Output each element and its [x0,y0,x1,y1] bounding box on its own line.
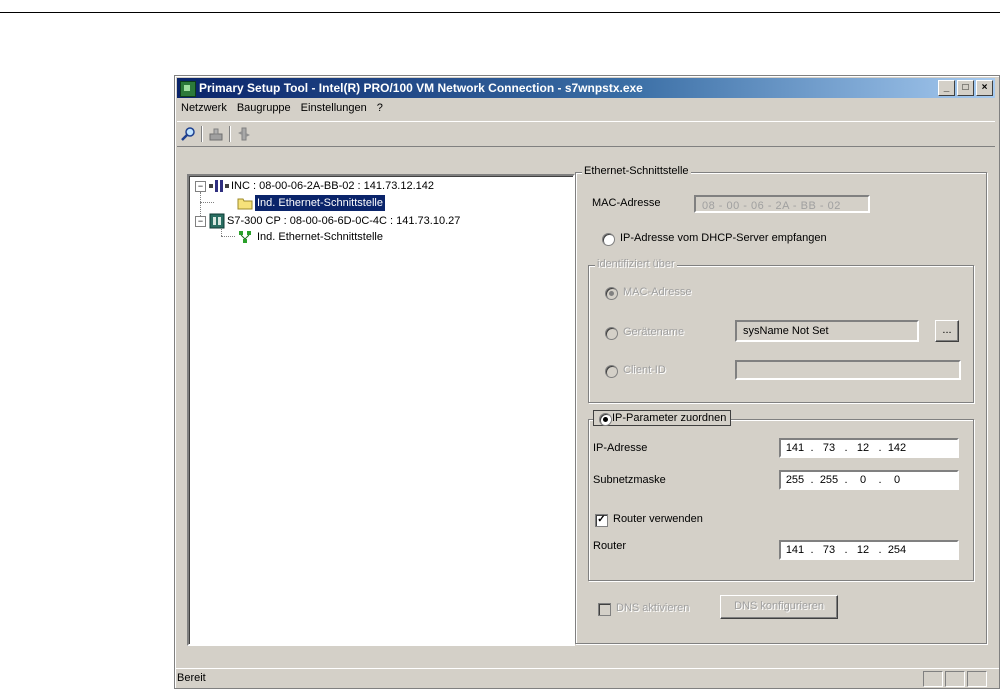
ethernet-interface-group: Ethernet-Schnittstelle MAC-Adresse 08 - … [575,165,987,644]
menu-netzwerk[interactable]: Netzwerk [177,100,233,118]
status-text: Bereit [177,672,206,684]
device-tree: − INC : 08-00-06-2A-BB-02 : 141.73.12.14… [187,174,575,646]
tree-node-ethernet-interface[interactable]: Ind. Ethernet-Schnittstelle [257,229,383,245]
use-router-label: Router verwenden [613,513,703,525]
load-button[interactable] [207,125,225,143]
mac-address-label: MAC-Adresse [592,197,661,209]
client-id-option-label: Client-ID [623,364,666,376]
dhcp-label: IP-Adresse vom DHCP-Server empfangen [620,232,827,244]
mac-address-option-label: MAC-Adresse [623,286,692,298]
ethernet-network-icon [239,231,251,243]
subnet-mask-field[interactable]: 255. 255. 0. 0 [779,470,959,490]
transfer-button[interactable] [235,125,253,143]
transfer-icon [238,127,250,141]
menu-bar: Netzwerk Baugruppe Einstellungen ? [177,100,389,118]
menu-help[interactable]: ? [373,100,389,118]
dhcp-radio[interactable] [602,233,615,246]
identified-via-group: identifiziert über MAC-Adresse Gerätenam… [588,258,974,403]
app-window: Primary Setup Tool - Intel(R) PRO/100 VM… [174,75,1000,689]
toolbar [177,121,995,147]
magnifier-icon [181,127,195,141]
subnet-mask-label: Subnetzmaske [593,474,666,486]
ip-parameters-group: IP-Parameter zuordnen IP-Adresse 141. 73… [588,410,974,581]
menu-einstellungen[interactable]: Einstellungen [297,100,373,118]
status-panel-3 [967,671,987,687]
ip-parameters-title: IP-Parameter zuordnen [593,410,732,426]
router-address-field[interactable]: 141. 73. 12. 254 [779,540,959,560]
mac-address-field: 08 - 00 - 06 - 2A - BB - 02 [694,195,870,213]
status-bar: Bereit [175,668,999,689]
client-id-radio[interactable] [605,365,618,378]
ip-address-field[interactable]: 141. 73. 12. 142 [779,438,959,458]
menu-baugruppe[interactable]: Baugruppe [233,100,297,118]
plc-module-icon [209,213,225,229]
router-label: Router [593,540,627,552]
folder-icon [237,198,253,210]
maximize-button[interactable]: □ [957,80,974,96]
device-name-radio[interactable] [605,327,618,340]
window-title: Primary Setup Tool - Intel(R) PRO/100 VM… [199,81,643,95]
close-button[interactable]: × [976,80,993,96]
dns-configure-button[interactable]: DNS konfigurieren [720,595,838,619]
tree-expander-s7-300[interactable]: − [195,216,206,227]
network-device-icon [209,180,229,192]
title-bar[interactable]: Primary Setup Tool - Intel(R) PRO/100 VM… [177,78,995,98]
use-router-checkbox[interactable]: ✓ [595,514,608,527]
mac-address-radio[interactable] [605,287,618,300]
tree-node-inc[interactable]: INC : 08-00-06-2A-BB-02 : 141.73.12.142 [231,178,434,194]
device-name-field: sysName Not Set [735,320,919,342]
tree-node-ethernet-interface-selected[interactable]: Ind. Ethernet-Schnittstelle [254,194,386,212]
load-icon [209,128,223,141]
status-panel-1 [923,671,943,687]
page-rule [0,12,1000,13]
dns-activate-checkbox[interactable] [598,603,611,616]
browse-device-name-button[interactable]: ... [935,320,959,342]
ethernet-interface-group-title: Ethernet-Schnittstelle [582,165,691,177]
device-name-option-label: Gerätename [623,326,685,338]
assign-ip-parameters-radio[interactable] [599,413,612,426]
identified-via-title: identifiziert über [595,258,677,270]
browse-network-button[interactable] [179,125,197,143]
tree-node-s7-300-cp[interactable]: S7-300 CP : 08-00-06-6D-0C-4C : 141.73.1… [227,213,460,229]
dns-activate-label: DNS aktivieren [616,602,690,614]
ip-address-label: IP-Adresse [593,442,648,454]
client-id-field [735,360,961,380]
minimize-button[interactable]: _ [938,80,955,96]
status-panel-2 [945,671,965,687]
tree-expander-inc[interactable]: − [195,181,206,192]
network-app-icon [180,81,196,97]
